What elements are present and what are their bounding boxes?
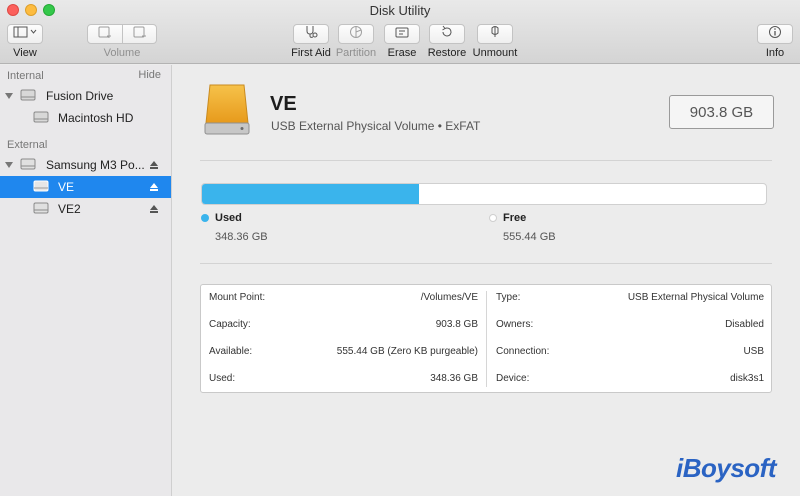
volume-segmented-control <box>87 24 157 44</box>
info-row: Device: disk3s1 <box>496 373 764 387</box>
info-value: USB <box>743 346 764 357</box>
restore-arrow-icon <box>440 25 454 44</box>
volume-name: VE <box>270 93 297 115</box>
info-button[interactable] <box>757 24 793 44</box>
info-row: Capacity: 903.8 GB <box>209 319 478 333</box>
view-button[interactable] <box>7 24 43 44</box>
stethoscope-icon <box>303 25 319 44</box>
eject-icon[interactable] <box>149 161 159 170</box>
capacity-badge: 903.8 GB <box>669 95 774 129</box>
restore-button[interactable] <box>429 24 465 44</box>
info-key: Device: <box>496 373 530 384</box>
divider <box>200 160 772 161</box>
disclosure-triangle-icon[interactable] <box>5 162 13 168</box>
info-value: 348.36 GB <box>430 373 478 384</box>
main-content: VE USB External Physical Volume • ExFAT … <box>172 65 800 496</box>
info-value: 903.8 GB <box>435 319 478 330</box>
erase-label: Erase <box>387 47 417 59</box>
info-value: USB External Physical Volume <box>627 292 764 303</box>
external-header: External <box>7 139 48 151</box>
sidebar-view-icon <box>13 25 37 43</box>
sidebar-item-label: Fusion Drive <box>46 89 114 103</box>
volume-label: Volume <box>103 47 141 59</box>
add-volume-icon <box>97 25 113 43</box>
info-key: Connection: <box>496 346 550 357</box>
volume-info-table: Mount Point: /Volumes/VE Capacity: 903.8… <box>200 284 772 393</box>
volume-description: USB External Physical Volume • ExFAT <box>271 119 481 133</box>
used-legend-dot <box>201 214 209 222</box>
free-legend-dot <box>489 214 497 222</box>
used-value: 348.36 GB <box>215 231 268 243</box>
usage-bar-used-fill <box>202 184 420 204</box>
info-row: Mount Point: /Volumes/VE <box>209 292 478 306</box>
unmount-label: Unmount <box>472 47 518 59</box>
eject-icon[interactable] <box>149 183 159 192</box>
free-label: Free <box>503 212 527 224</box>
info-key: Type: <box>496 292 521 303</box>
sidebar-item-ve[interactable]: VE <box>0 176 171 198</box>
info-value: /Volumes/VE <box>420 292 478 303</box>
info-row: Available: 555.44 GB (Zero KB purgeable) <box>209 346 478 360</box>
first-aid-label: First Aid <box>291 47 331 59</box>
info-row: Type: USB External Physical Volume <box>496 292 764 306</box>
info-row: Used: 348.36 GB <box>209 373 478 387</box>
sidebar-item-macintosh-hd[interactable]: Macintosh HD <box>0 107 171 129</box>
partition-label: Partition <box>335 47 377 59</box>
erase-button[interactable] <box>384 24 420 44</box>
remove-volume-button[interactable] <box>122 25 156 43</box>
external-volume-icon <box>33 179 49 196</box>
view-label: View <box>13 47 37 59</box>
sidebar-item-label: VE2 <box>58 202 81 216</box>
external-disk-icon <box>20 157 36 174</box>
sidebar-item-fusion-drive[interactable]: Fusion Drive <box>0 85 171 107</box>
internal-header: Internal <box>7 70 44 82</box>
sidebar: Internal Hide Fusion Drive Macintosh HD … <box>0 65 172 496</box>
eject-icon[interactable] <box>149 205 159 214</box>
info-icon <box>768 25 782 44</box>
info-key: Available: <box>209 346 253 357</box>
divider <box>200 263 772 264</box>
erase-disk-icon <box>394 25 410 44</box>
internal-volume-icon <box>33 110 49 127</box>
add-volume-button[interactable] <box>88 25 122 43</box>
info-row: Connection: USB <box>496 346 764 360</box>
info-value: Disabled <box>725 319 764 330</box>
external-volume-icon <box>33 201 49 218</box>
sidebar-item-label: VE <box>58 180 75 194</box>
used-label: Used <box>215 212 242 224</box>
partition-button[interactable] <box>338 24 374 44</box>
external-drive-icon <box>202 83 252 142</box>
info-label: Info <box>765 47 785 59</box>
restore-label: Restore <box>427 47 467 59</box>
sidebar-item-samsung-m3[interactable]: Samsung M3 Po... <box>0 154 171 176</box>
info-value: 555.44 GB (Zero KB purgeable) <box>336 346 478 357</box>
info-value: disk3s1 <box>730 373 764 384</box>
info-key: Used: <box>209 373 236 384</box>
info-key: Capacity: <box>209 319 251 330</box>
sidebar-item-label: Macintosh HD <box>58 111 134 125</box>
unmount-icon <box>489 25 501 44</box>
toolbar: Disk Utility View Volume First Aid Parti… <box>0 0 800 64</box>
info-key: Mount Point: <box>209 292 266 303</box>
info-row: Owners: Disabled <box>496 319 764 333</box>
hide-link[interactable]: Hide <box>138 69 161 81</box>
partition-pie-icon <box>349 25 363 44</box>
first-aid-button[interactable] <box>293 24 329 44</box>
info-column-divider <box>486 291 487 387</box>
free-value: 555.44 GB <box>503 231 556 243</box>
sidebar-item-ve2[interactable]: VE2 <box>0 198 171 220</box>
sidebar-item-label: Samsung M3 Po... <box>46 158 145 172</box>
remove-volume-icon <box>132 25 148 43</box>
disclosure-triangle-icon[interactable] <box>5 93 13 99</box>
window-title: Disk Utility <box>369 3 431 18</box>
usage-bar <box>201 183 767 205</box>
internal-disk-icon <box>20 88 36 105</box>
unmount-button[interactable] <box>477 24 513 44</box>
watermark-logo: iBoysoft <box>676 453 777 483</box>
info-key: Owners: <box>496 319 534 330</box>
